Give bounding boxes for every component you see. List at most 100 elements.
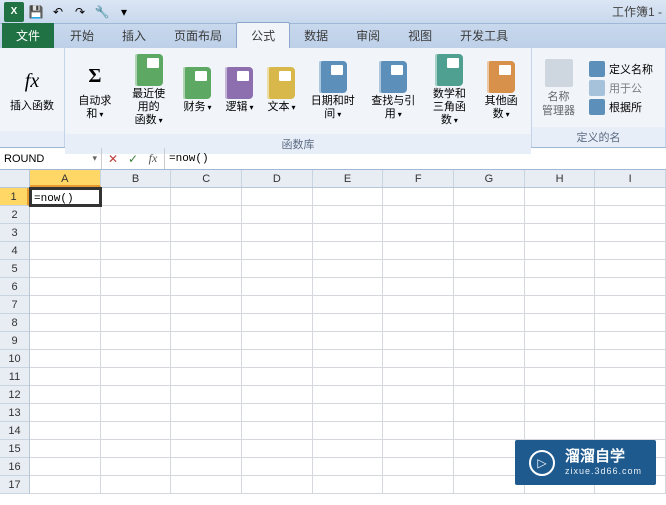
cell[interactable] [30,386,101,404]
name-manager-button[interactable]: 名称 管理器 [538,53,579,121]
cell[interactable] [171,350,242,368]
column-header[interactable]: B [101,170,172,187]
tab-formulas[interactable]: 公式 [236,22,290,48]
cell[interactable] [454,350,525,368]
row-header[interactable]: 7 [0,296,29,314]
cell[interactable] [525,314,596,332]
tab-review[interactable]: 审阅 [342,23,394,48]
column-header[interactable]: G [454,170,525,187]
cell[interactable] [313,440,384,458]
row-header[interactable]: 15 [0,440,29,458]
cell[interactable] [242,476,313,494]
row-header[interactable]: 16 [0,458,29,476]
cell[interactable] [171,260,242,278]
cell[interactable] [171,332,242,350]
cell[interactable] [525,422,596,440]
cell[interactable] [101,386,172,404]
cell[interactable] [313,368,384,386]
cell[interactable] [313,386,384,404]
cell[interactable] [313,422,384,440]
cell[interactable] [171,206,242,224]
cell[interactable] [383,368,454,386]
cell[interactable] [383,242,454,260]
cell[interactable] [171,422,242,440]
row-header[interactable]: 9 [0,332,29,350]
cell[interactable] [30,332,101,350]
cell[interactable] [171,278,242,296]
cell[interactable] [525,296,596,314]
cell[interactable] [30,440,101,458]
cell[interactable] [525,188,596,206]
fx-button[interactable]: fx [144,151,162,166]
cell[interactable] [30,314,101,332]
cell[interactable] [30,260,101,278]
cell[interactable] [101,206,172,224]
cell[interactable] [454,278,525,296]
cell[interactable] [454,404,525,422]
create-from-selection-button[interactable]: 根据所 [587,98,655,116]
cell[interactable] [383,386,454,404]
cell[interactable] [383,224,454,242]
row-header[interactable]: 3 [0,224,29,242]
cell[interactable] [242,278,313,296]
cell[interactable] [525,332,596,350]
cell[interactable] [242,368,313,386]
column-header[interactable]: E [313,170,384,187]
cell[interactable] [101,296,172,314]
cell[interactable] [313,224,384,242]
redo-button[interactable]: ↷ [70,2,90,22]
row-header[interactable]: 14 [0,422,29,440]
logical-button[interactable]: 逻辑▾ [220,63,258,118]
cell[interactable] [242,386,313,404]
cell[interactable] [30,422,101,440]
cell[interactable] [383,260,454,278]
cell[interactable] [595,278,666,296]
cell[interactable] [383,278,454,296]
tab-insert[interactable]: 插入 [108,23,160,48]
cell[interactable] [101,278,172,296]
cell[interactable] [242,332,313,350]
cell[interactable] [101,476,172,494]
cell[interactable] [313,332,384,350]
define-name-button[interactable]: 定义名称 [587,60,655,78]
row-header[interactable]: 11 [0,368,29,386]
cell[interactable] [313,242,384,260]
cell[interactable]: =now() [30,188,101,206]
cell[interactable] [595,188,666,206]
cell[interactable] [30,296,101,314]
row-header[interactable]: 17 [0,476,29,494]
cell[interactable] [595,242,666,260]
save-button[interactable]: 💾 [26,2,46,22]
cell[interactable] [595,206,666,224]
cell[interactable] [595,332,666,350]
cell[interactable] [313,278,384,296]
tab-view[interactable]: 视图 [394,23,446,48]
cell[interactable] [30,368,101,386]
row-header[interactable]: 4 [0,242,29,260]
cell[interactable] [171,458,242,476]
cell[interactable] [525,260,596,278]
column-header[interactable]: F [383,170,454,187]
cell[interactable] [171,188,242,206]
datetime-button[interactable]: 日期和时间▾ [304,57,361,125]
cell[interactable] [101,350,172,368]
cell[interactable] [383,332,454,350]
cell[interactable] [454,206,525,224]
cell[interactable] [171,404,242,422]
cell[interactable] [454,260,525,278]
cell[interactable] [383,350,454,368]
cell[interactable] [525,386,596,404]
cell[interactable] [383,476,454,494]
cell[interactable] [30,206,101,224]
cell[interactable] [313,296,384,314]
cell[interactable] [171,476,242,494]
cell[interactable] [242,260,313,278]
cell[interactable] [313,260,384,278]
lookup-button[interactable]: 查找与引用▾ [365,57,422,125]
cell[interactable] [30,350,101,368]
cell[interactable] [525,206,596,224]
cell[interactable] [171,368,242,386]
cell[interactable] [454,296,525,314]
cell[interactable] [101,422,172,440]
cell[interactable] [595,314,666,332]
